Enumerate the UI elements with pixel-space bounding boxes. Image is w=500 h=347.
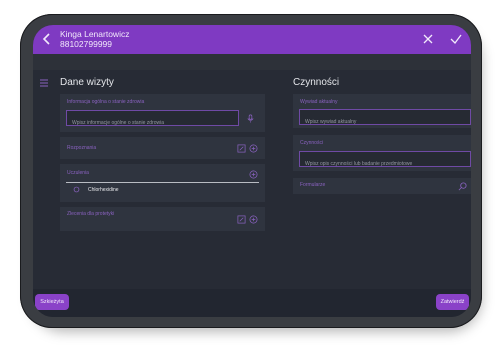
section-title-visit-data: Dane wizyty	[60, 77, 114, 88]
diagnoses-label: Rozpoznania	[67, 145, 97, 151]
orthodontic-label: Zlecenia dla protetyki	[67, 211, 115, 217]
forms-card[interactable]: Formularze	[293, 178, 471, 194]
plus-circle-icon[interactable]	[249, 144, 258, 153]
allergies-card: Uczulenia Chlorhexidine	[60, 164, 265, 202]
microphone-icon[interactable]	[246, 114, 255, 123]
allergies-label: Uczulenia	[67, 170, 89, 176]
current-interview-input[interactable]	[300, 115, 470, 129]
hamburger-icon[interactable]	[39, 78, 49, 88]
activities-card: Czynności	[293, 135, 471, 171]
edit-icon[interactable]	[237, 215, 246, 224]
current-interview-card: Wywiad aktualny	[293, 94, 471, 129]
health-info-card: Informacja ogólna o stanie zdrowia	[60, 94, 265, 132]
allergy-item-icon	[73, 186, 80, 193]
confirm-button[interactable]: Zatwierdź	[436, 294, 469, 310]
plus-circle-icon[interactable]	[249, 215, 258, 224]
health-info-input[interactable]	[67, 116, 238, 130]
edit-icon[interactable]	[237, 144, 246, 153]
plus-circle-icon[interactable]	[249, 170, 258, 179]
patient-name: Kinga Lenartowicz	[60, 29, 130, 39]
current-interview-label: Wywiad aktualny	[300, 99, 338, 105]
allergies-divider	[66, 182, 259, 183]
sub-bar	[33, 54, 471, 70]
forms-label: Formularze	[300, 182, 326, 188]
check-icon[interactable]	[449, 32, 463, 46]
section-title-activities: Czynności	[293, 77, 340, 88]
health-info-label: Informacja ogólna o stanie zdrowia	[67, 99, 145, 105]
activities-label: Czynności	[300, 140, 324, 146]
close-icon[interactable]	[421, 32, 435, 46]
orthodontic-card: Zlecenia dla protetyki	[60, 207, 265, 231]
allergy-item: Chlorhexidine	[88, 187, 119, 193]
activities-field[interactable]	[299, 151, 471, 171]
patient-id: 88102799999	[60, 39, 113, 49]
health-info-field[interactable]	[66, 110, 239, 130]
search-icon[interactable]	[458, 182, 467, 191]
footer-bar: Szkieżyta Zatwierdź	[33, 289, 471, 317]
chevron-left-icon[interactable]	[39, 31, 55, 47]
activities-input[interactable]	[300, 157, 470, 171]
footer-left-button[interactable]: Szkieżyta	[35, 294, 69, 310]
diagnoses-card[interactable]: Rozpoznania	[60, 137, 265, 159]
top-bar: Kinga Lenartowicz 88102799999	[33, 25, 471, 54]
current-interview-field[interactable]	[299, 109, 471, 129]
app-screen: Kinga Lenartowicz 88102799999 Dane wizyt…	[33, 25, 471, 317]
